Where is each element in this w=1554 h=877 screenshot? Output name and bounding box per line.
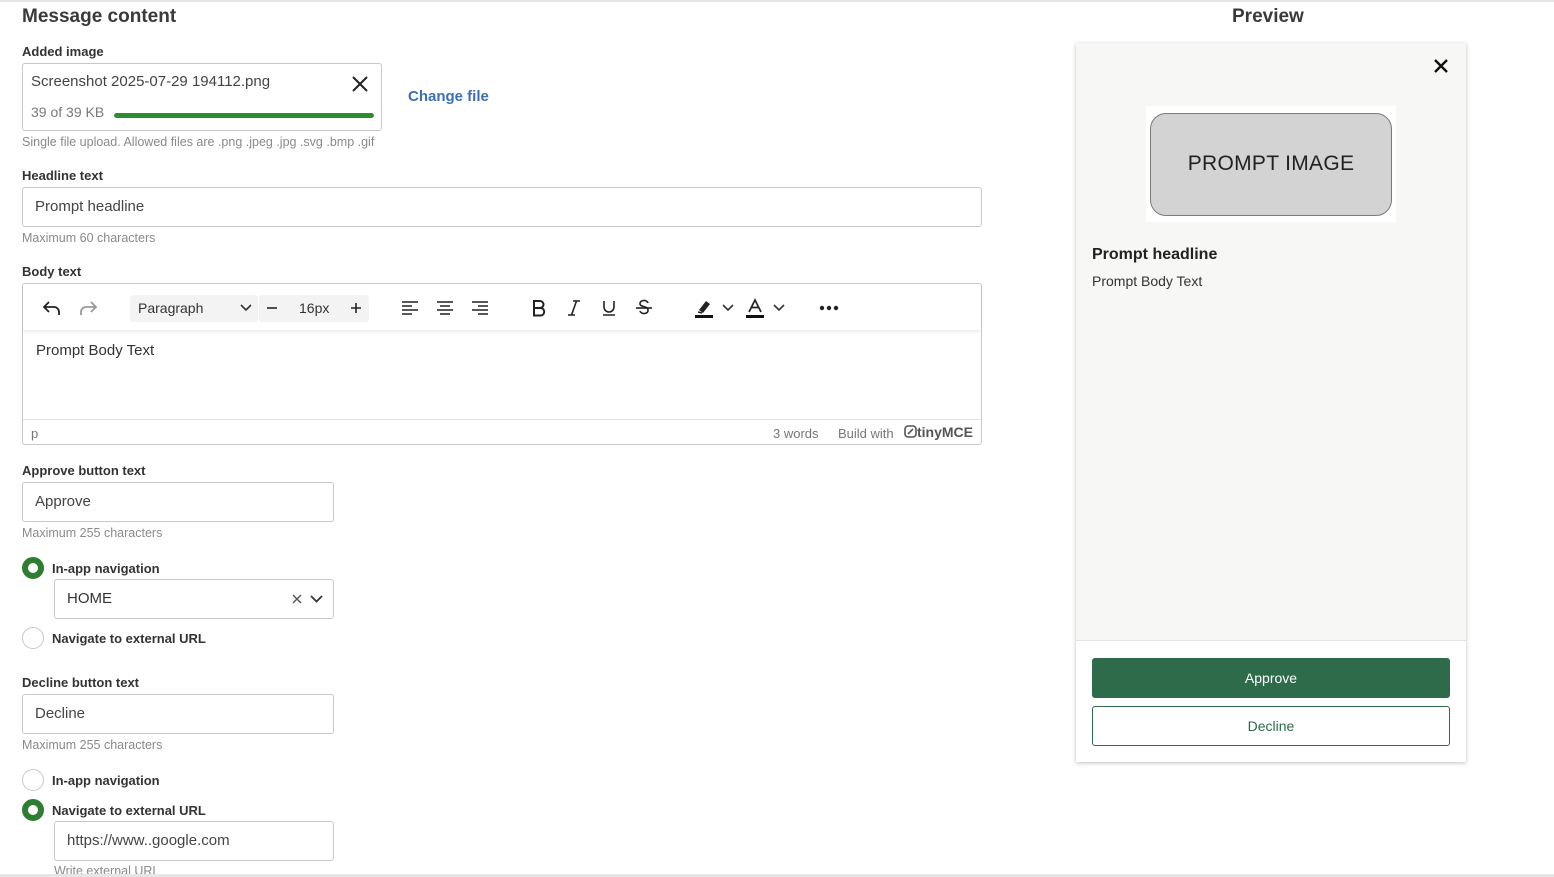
text-color-dropdown[interactable] — [772, 294, 786, 322]
editor-toolbar: Paragraph 16px — [23, 284, 981, 330]
align-left-button[interactable] — [397, 294, 423, 322]
file-upload-hint: Single file upload. Allowed files are .p… — [22, 135, 375, 149]
align-right-icon — [472, 301, 488, 315]
highlighter-icon — [695, 301, 713, 318]
approve-nav-value: HOME — [67, 590, 112, 607]
change-file-link[interactable]: Change file — [408, 88, 489, 105]
word-count[interactable]: 3 words — [773, 426, 819, 441]
align-center-icon — [437, 301, 453, 315]
chevron-down-icon — [722, 304, 734, 312]
undo-button[interactable] — [39, 294, 65, 322]
decline-external-radio[interactable] — [22, 799, 44, 821]
added-image-label: Added image — [22, 44, 104, 59]
underline-icon — [603, 301, 615, 316]
more-horizontal-icon — [819, 305, 839, 311]
element-path[interactable]: p — [31, 426, 38, 441]
approve-external-radio[interactable] — [22, 627, 44, 649]
italic-icon — [568, 300, 580, 316]
approve-inapp-label[interactable]: In-app navigation — [52, 561, 160, 576]
decline-external-label[interactable]: Navigate to external URL — [52, 803, 206, 818]
align-right-button[interactable] — [467, 294, 493, 322]
font-size-value[interactable]: 16px — [299, 295, 329, 322]
build-with-text: Build with — [838, 426, 894, 441]
top-divider — [0, 0, 1554, 2]
preview-body: Prompt Body Text — [1092, 273, 1203, 289]
rich-text-editor: Paragraph 16px Prompt Body Text p 3 word… — [22, 283, 982, 445]
decline-inapp-radio[interactable] — [22, 769, 44, 791]
close-icon — [352, 76, 368, 92]
italic-button[interactable] — [561, 294, 587, 322]
highlight-color-dropdown[interactable] — [721, 294, 735, 322]
headline-label: Headline text — [22, 168, 103, 183]
approve-label: Approve button text — [22, 463, 146, 478]
preview-panel: PROMPT IMAGE Prompt headline Prompt Body… — [1076, 43, 1466, 762]
headline-input[interactable]: Prompt headline — [22, 187, 982, 227]
upload-progress-bar — [114, 113, 374, 118]
editor-statusbar: p 3 words Build with tinyMCE — [23, 419, 981, 444]
approve-hint: Maximum 255 characters — [22, 526, 163, 540]
decrease-font-size-icon[interactable] — [265, 301, 279, 315]
block-format-select[interactable]: Paragraph — [130, 295, 258, 322]
increase-font-size-icon[interactable] — [349, 301, 363, 315]
close-icon — [1434, 59, 1448, 73]
approve-text-input[interactable]: Approve — [22, 482, 334, 522]
undo-icon — [42, 301, 60, 315]
bold-button[interactable] — [526, 294, 552, 322]
strikethrough-button[interactable] — [631, 294, 657, 322]
approve-external-label[interactable]: Navigate to external URL — [52, 631, 206, 646]
text-color-icon — [746, 298, 764, 318]
decline-hint: Maximum 255 characters — [22, 738, 163, 752]
section-title: Message content — [22, 6, 177, 27]
file-size: 39 of 39 KB — [31, 104, 105, 120]
editor-content[interactable]: Prompt Body Text — [36, 342, 154, 359]
chevron-down-icon — [773, 304, 785, 312]
chevron-down-icon[interactable] — [310, 594, 323, 604]
redo-button[interactable] — [75, 294, 101, 322]
preview-headline: Prompt headline — [1092, 246, 1218, 263]
decline-text-input[interactable]: Decline — [22, 694, 334, 734]
underline-button[interactable] — [596, 294, 622, 322]
decline-label: Decline button text — [22, 675, 140, 690]
block-format-value: Paragraph — [138, 300, 204, 316]
preview-close-button[interactable] — [1432, 57, 1450, 80]
preview-title: Preview — [1232, 6, 1304, 27]
more-options-button[interactable] — [816, 294, 842, 322]
approve-inapp-radio[interactable] — [22, 557, 44, 579]
preview-footer: Approve Decline — [1076, 640, 1466, 762]
body-label: Body text — [22, 264, 82, 279]
tinymce-brand-text: tinyMCE — [917, 424, 973, 440]
decline-inapp-label[interactable]: In-app navigation — [52, 773, 160, 788]
font-size-control: 16px — [259, 295, 369, 322]
headline-hint: Maximum 60 characters — [22, 231, 156, 245]
redo-icon — [80, 301, 98, 315]
tinymce-logo-icon — [904, 425, 917, 438]
align-center-button[interactable] — [432, 294, 458, 322]
preview-approve-button[interactable]: Approve — [1092, 658, 1450, 698]
preview-decline-button[interactable]: Decline — [1092, 706, 1450, 746]
file-name: Screenshot 2025-07-29 194112.png — [31, 73, 271, 90]
strikethrough-icon — [636, 299, 652, 315]
preview-image: PROMPT IMAGE — [1146, 106, 1396, 222]
external-url-input[interactable]: https://www..google.com — [54, 821, 334, 861]
file-upload-box: Screenshot 2025-07-29 194112.png 39 of 3… — [22, 63, 382, 131]
text-color-button[interactable] — [742, 294, 768, 322]
bold-icon — [533, 300, 546, 317]
upload-progress-fill — [114, 113, 374, 118]
approve-nav-select[interactable]: HOME — [54, 579, 334, 619]
align-left-icon — [402, 301, 418, 315]
preview-image-placeholder: PROMPT IMAGE — [1150, 113, 1392, 216]
highlight-color-button[interactable] — [691, 294, 717, 322]
clear-icon[interactable] — [291, 593, 303, 605]
remove-file-button[interactable] — [349, 73, 371, 95]
chevron-down-icon — [240, 304, 252, 312]
tinymce-brand[interactable]: tinyMCE — [904, 424, 973, 440]
